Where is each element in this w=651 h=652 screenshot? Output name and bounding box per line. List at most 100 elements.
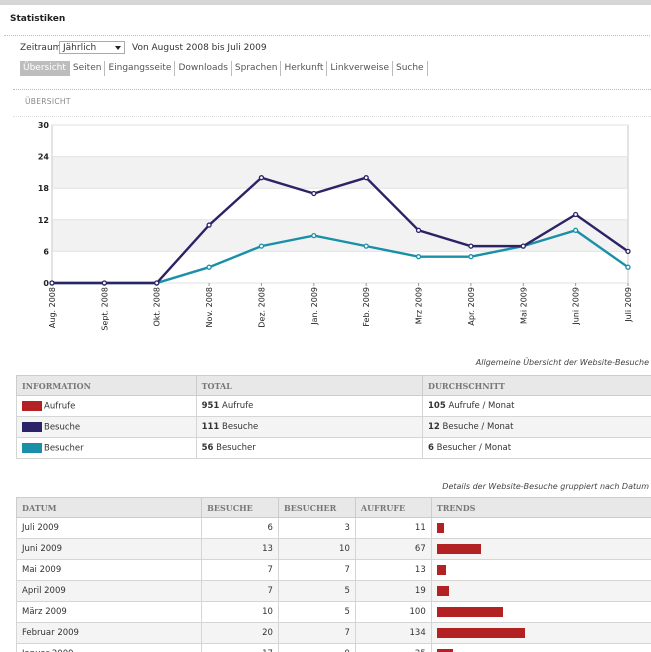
table-row: März 2009 10 5 100	[15, 601, 651, 623]
panel-header: Statistiken	[4, 9, 650, 36]
besucher-cell: 3	[277, 517, 356, 539]
y-tick-label: 30	[38, 121, 50, 130]
tab-3[interactable]: Downloads	[175, 61, 232, 76]
besucher-cell: 5	[277, 580, 356, 602]
tab-4[interactable]: Sprachen	[232, 61, 282, 76]
aufrufe-cell: 19	[354, 580, 432, 602]
summary-info-name: Besucher	[44, 443, 84, 454]
period-select-value: Jährlich	[63, 43, 97, 53]
date-cell: Januar 2009	[15, 643, 203, 652]
besucher-cell: 10	[277, 538, 356, 560]
table-row: Mai 2009 7 7 13	[15, 559, 651, 581]
trend-cell	[430, 559, 651, 581]
summary-avg-cell: 12 Besuche / Monat	[422, 416, 651, 438]
aufrufe-cell: 67	[354, 538, 432, 560]
trend-bar	[436, 606, 503, 617]
data-point-besuche	[101, 280, 108, 286]
summary-info-cell: Aufrufe	[16, 395, 197, 417]
tab-0[interactable]: Übersicht	[20, 61, 70, 76]
details-header-2: BESUCHER	[277, 497, 356, 518]
data-point-besucher	[572, 227, 579, 233]
date-cell: Juli 2009	[15, 517, 203, 539]
trend-cell	[430, 517, 651, 539]
summary-row: Besucher 56 Besucher 6 Besucher / Monat	[16, 437, 651, 459]
trend-cell	[430, 643, 651, 652]
x-tick-label: Juli 2009	[624, 287, 633, 323]
besuche-cell: 10	[201, 601, 279, 623]
tab-5[interactable]: Herkunft	[281, 61, 328, 76]
section-header: ÜBERSICHT	[13, 89, 651, 117]
summary-row: Aufrufe 951 Aufrufe 105 Aufrufe / Monat	[16, 395, 651, 417]
data-point-besuche	[49, 280, 55, 286]
data-point-besucher	[206, 264, 212, 270]
details-header-4: TRENDS	[430, 497, 651, 518]
data-point-besuche	[468, 243, 474, 249]
summary-avg-unit: Aufrufe / Monat	[445, 401, 515, 411]
table-row: Juni 2009 13 10 67	[15, 538, 651, 560]
tab-7[interactable]: Suche	[393, 61, 428, 76]
details-header-3: AUFRUFE	[354, 497, 432, 518]
legend-swatch	[22, 421, 42, 432]
trend-bar	[436, 543, 481, 554]
y-tick-label: 18	[38, 184, 50, 193]
data-point-besuche	[363, 175, 369, 181]
chart-band	[52, 156, 628, 189]
data-point-besuche	[311, 190, 317, 197]
data-point-besucher	[363, 243, 369, 249]
besuche-cell: 13	[201, 538, 279, 560]
summary-caption: Allgemeine Übersicht der Website-Besuche	[475, 358, 649, 367]
besuche-cell: 17	[201, 643, 279, 652]
date-cell: April 2009	[15, 580, 203, 602]
x-tick-label: Mrz 2009	[415, 287, 424, 324]
summary-avg-value: 12	[428, 422, 440, 432]
data-point-besuche	[415, 227, 422, 233]
summary-info-cell: Besucher	[16, 437, 197, 459]
date-cell: Mai 2009	[15, 559, 203, 581]
tab-1[interactable]: Seiten	[70, 61, 106, 76]
summary-info-name: Aufrufe	[44, 401, 76, 412]
details-header-1: BESUCHE	[201, 497, 279, 518]
summary-total-unit: Besucher	[213, 443, 256, 453]
summary-header-1: TOTAL	[195, 375, 424, 396]
y-tick-label: 6	[43, 247, 49, 256]
trend-cell	[430, 622, 651, 644]
x-tick-label: Mai 2009	[519, 287, 528, 324]
data-point-besuche	[258, 175, 265, 181]
summary-avg-unit: Besucher / Monat	[433, 443, 512, 453]
trend-cell	[430, 580, 651, 602]
legend-swatch	[22, 400, 42, 411]
x-tick-label: Okt. 2008	[153, 287, 162, 327]
besucher-cell: 9	[277, 643, 356, 652]
besuche-cell: 6	[201, 517, 279, 539]
summary-avg-value: 105	[428, 401, 446, 411]
summary-row: Besuche 111 Besuche 12 Besuche / Monat	[16, 416, 651, 438]
table-row: Januar 200917925	[15, 643, 651, 652]
statistics-panel: Statistiken Zeitraum Jährlich Von August…	[0, 0, 651, 652]
chart-band	[52, 125, 628, 157]
summary-avg-cell: 105 Aufrufe / Monat	[422, 395, 651, 417]
x-tick-label: Jan. 2009	[310, 287, 319, 326]
besuche-cell: 7	[201, 559, 279, 581]
summary-total-unit: Aufrufe	[219, 401, 254, 411]
visits-line-chart: 0 6 12 18 24 30 Aug. 2008 Sept. 2008 Okt. 2008 No…	[38, 121, 633, 331]
date-cell: Februar 2009	[15, 622, 203, 644]
x-tick-label: Feb. 2009	[362, 287, 371, 327]
period-select[interactable]: Jährlich	[59, 41, 125, 54]
tab-2[interactable]: Eingangsseite	[105, 61, 176, 76]
table-row: Februar 2009 20 7 134	[15, 622, 651, 644]
summary-total-cell: 951 Aufrufe	[195, 395, 424, 417]
x-tick-label: Nov. 2008	[205, 287, 214, 327]
trend-cell	[430, 538, 651, 560]
summary-header-2: DURCHSCHNITT	[422, 375, 651, 396]
data-point-besuche	[154, 280, 160, 286]
section-title: ÜBERSICHT	[25, 97, 71, 106]
data-point-besucher	[258, 243, 265, 249]
trend-bar	[436, 522, 444, 533]
data-point-besucher	[625, 264, 631, 270]
x-tick-label: Sept. 2008	[100, 287, 109, 331]
tab-6[interactable]: Linkverweise	[327, 61, 393, 76]
details-caption: Details der Website-Besuche gruppiert na…	[442, 482, 649, 491]
y-tick-label: 0	[43, 279, 49, 288]
aufrufe-cell: 134	[354, 622, 432, 644]
x-tick-label: Aug. 2008	[48, 287, 57, 328]
